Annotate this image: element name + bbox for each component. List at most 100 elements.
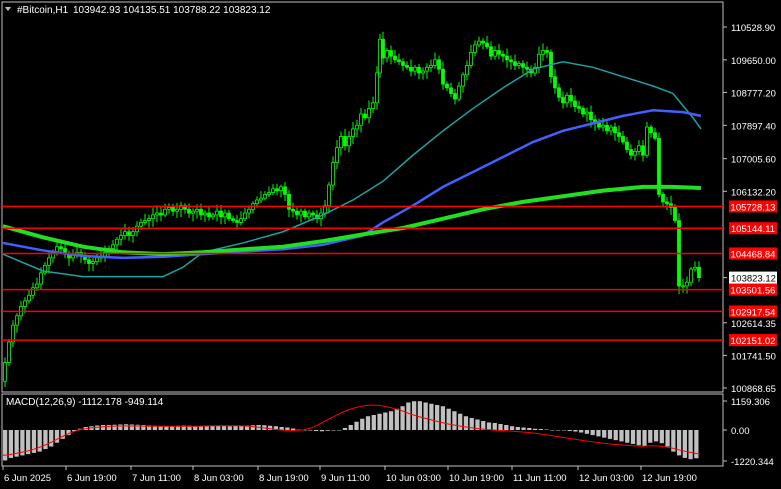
macd-hist-bar xyxy=(383,412,388,430)
macd-hist-bar xyxy=(550,430,555,431)
candle-body xyxy=(453,93,457,100)
candle-body xyxy=(545,50,549,53)
macd-hist-bar xyxy=(233,425,238,430)
candle-body xyxy=(3,362,7,382)
time-tick-label: 10 Jun 03:00 xyxy=(386,473,441,484)
candle-body xyxy=(493,50,497,57)
price-tick-label: 107005.60 xyxy=(731,155,776,166)
candle-body xyxy=(155,212,159,216)
candle-body xyxy=(441,68,445,85)
candle-body xyxy=(581,108,585,115)
candle-body xyxy=(445,83,449,89)
candle-body xyxy=(175,208,179,212)
macd-hist-bar xyxy=(129,424,134,430)
candle-body xyxy=(187,208,191,214)
candle-body xyxy=(477,40,481,46)
candle-body xyxy=(577,106,581,109)
candle-body xyxy=(263,193,267,199)
macd-hist-bar xyxy=(463,416,469,430)
macd-hist-bar xyxy=(613,430,618,441)
candle-body xyxy=(473,44,477,53)
candle-body xyxy=(429,65,433,68)
candle-body xyxy=(381,38,385,59)
candle-body xyxy=(347,136,351,147)
macd-tick-label: -1220.344 xyxy=(731,457,774,468)
time-tick-label: 12 Jun 03:00 xyxy=(579,473,634,484)
macd-hist-bar xyxy=(579,430,584,433)
macd-hist-bar xyxy=(682,430,687,458)
macd-hist-bar xyxy=(216,425,221,430)
macd-hist-bar xyxy=(653,430,659,442)
macd-hist-bar xyxy=(325,430,330,431)
level-label: 102151.02 xyxy=(731,336,776,347)
candle-body xyxy=(629,149,633,156)
candle-body xyxy=(339,136,343,149)
candle-body xyxy=(621,136,625,143)
candle-body xyxy=(589,111,593,121)
candle-body xyxy=(565,94,569,104)
candle-body xyxy=(509,59,513,63)
candle-body xyxy=(95,257,99,263)
macd-hist-bar xyxy=(314,430,319,432)
candle-body xyxy=(371,102,375,109)
macd-hist-bar xyxy=(429,403,434,430)
candle-body xyxy=(367,108,371,119)
candle-body xyxy=(91,261,95,264)
candle-body xyxy=(243,212,247,220)
candle-body xyxy=(111,244,115,249)
macd-hist-bar xyxy=(509,426,515,430)
macd-hist-bar xyxy=(360,418,365,430)
price-tick-label: 101741.50 xyxy=(731,351,776,362)
candle-body xyxy=(119,235,123,240)
candle-body xyxy=(195,208,199,212)
macd-hist-bar xyxy=(590,430,595,436)
macd-hist-bar xyxy=(158,426,163,430)
candle-body xyxy=(617,132,621,137)
macd-hist-bar xyxy=(342,427,348,430)
candle-body xyxy=(541,50,545,55)
macd-hist-bar xyxy=(394,408,399,430)
candle-body xyxy=(693,266,697,270)
candle-body xyxy=(275,188,279,192)
macd-hist-bar xyxy=(100,424,106,430)
macd-hist-bar xyxy=(348,424,353,430)
candle-body xyxy=(47,257,51,266)
price-chart[interactable]: 105728.13 105144.11 104468.84 103501.56 1029… xyxy=(0,0,781,489)
ohlc-values: 103942.93 104135.51 103788.22 103823.12 xyxy=(73,5,271,16)
candle-body xyxy=(413,66,417,72)
time-tick-label: 8 Jun 03:00 xyxy=(194,473,244,484)
candle-body xyxy=(397,59,401,63)
macd-hist-bar xyxy=(527,427,532,430)
macd-hist-bar xyxy=(458,413,463,430)
candle-body xyxy=(239,218,243,223)
macd-hist-bar xyxy=(198,426,204,430)
candle-body xyxy=(401,61,405,66)
macd-hist-bar xyxy=(365,416,371,430)
candle-body xyxy=(363,113,367,119)
candle-body xyxy=(433,59,437,66)
candle-body xyxy=(637,145,641,152)
candle-body xyxy=(167,207,171,210)
macd-hist-bar xyxy=(417,401,423,430)
macd-hist-bar xyxy=(515,426,520,430)
candle-body xyxy=(303,210,307,218)
macd-hist-bar xyxy=(596,430,601,437)
candle-body xyxy=(207,212,211,218)
macd-hist-bar xyxy=(446,408,451,430)
macd-hist-bar xyxy=(308,430,313,431)
symbol-label: #Bitcoin,H1 xyxy=(17,5,69,16)
macd-hist-bar xyxy=(440,406,446,430)
candle-body xyxy=(143,220,147,223)
macd-hist-bar xyxy=(486,422,492,430)
price-tick-label: 110528.90 xyxy=(731,23,775,34)
candle-body xyxy=(59,246,63,249)
candle-body xyxy=(601,124,605,128)
candle-body xyxy=(163,208,167,216)
macd-hist-bar xyxy=(371,414,376,430)
candle-body xyxy=(147,218,151,221)
candle-body xyxy=(389,50,393,57)
candle-body xyxy=(15,315,19,326)
macd-hist-bar xyxy=(204,426,209,430)
time-tick-label: 10 Jun 19:00 xyxy=(449,473,504,484)
candle-body xyxy=(569,94,573,102)
